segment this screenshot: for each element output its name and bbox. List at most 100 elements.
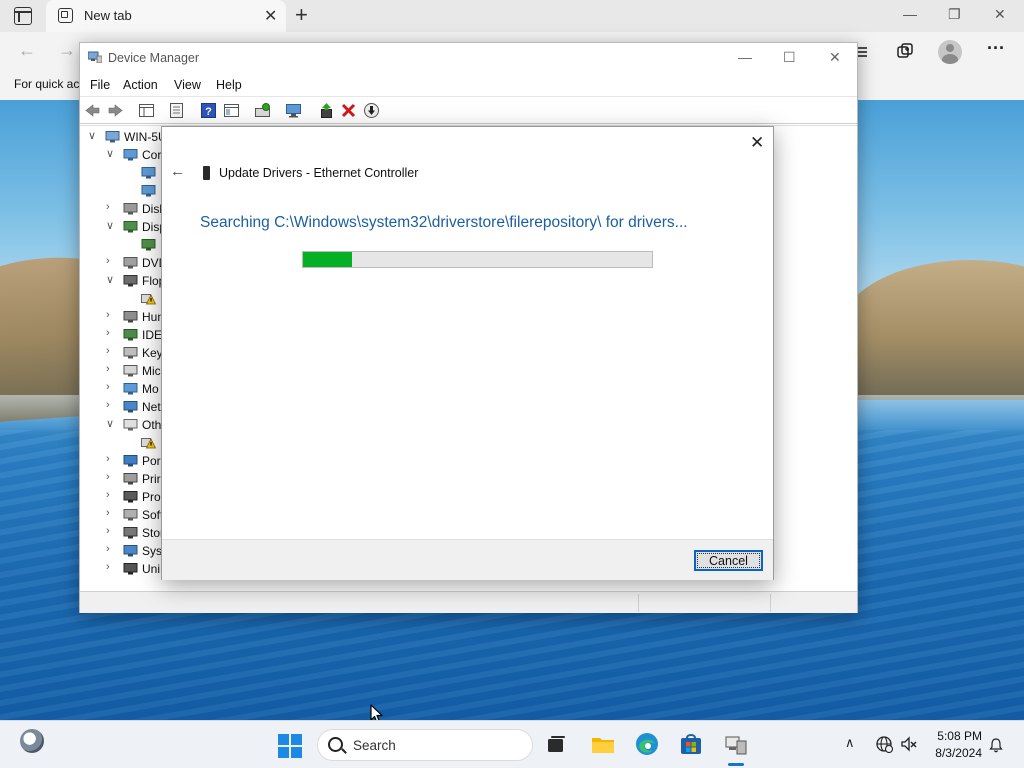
device-manager-close-button[interactable]: ✕ [829, 49, 841, 66]
device-manager-title: Device Manager [108, 51, 200, 65]
profile-avatar-icon[interactable] [938, 40, 962, 64]
widgets-weather-icon[interactable] [20, 729, 44, 753]
hid-icon [123, 311, 138, 323]
display-adapter-icon [141, 239, 156, 251]
ethernet-controller-icon [203, 166, 210, 180]
disk-icon [123, 203, 138, 215]
network-globe-icon[interactable] [875, 735, 893, 753]
dvd-drive-icon [123, 257, 138, 269]
device-manager-app-icon [88, 51, 102, 63]
tree-expand-chevron-icon[interactable]: › [106, 489, 118, 501]
port-icon [123, 455, 138, 467]
file-explorer-icon[interactable] [590, 731, 616, 757]
tree-expand-chevron-icon[interactable]: › [106, 327, 118, 339]
tree-expand-chevron-icon[interactable]: › [106, 561, 118, 573]
computer-icon [105, 131, 120, 143]
favorites-bar-hint: For quick ac [14, 77, 80, 91]
forward-arrow-icon[interactable]: → [58, 40, 76, 61]
tree-collapse-chevron-icon[interactable]: ∨ [106, 147, 118, 160]
tree-collapse-chevron-icon[interactable]: ∨ [106, 273, 118, 286]
tree-item-label: Oth [142, 418, 162, 432]
svg-text:?: ? [205, 106, 212, 118]
forward-icon[interactable] [107, 102, 124, 119]
monitor-icon [123, 383, 138, 395]
edge-browser-icon[interactable] [634, 731, 660, 757]
task-view-icon[interactable] [543, 731, 569, 757]
menu-view[interactable]: View [174, 78, 201, 92]
device-manager-titlebar[interactable]: Device Manager — ☐ ✕ [80, 43, 857, 73]
dialog-back-arrow-icon[interactable]: ← [170, 163, 185, 180]
device-manager-taskbar-icon[interactable] [723, 731, 749, 757]
device-manager-minimize-button[interactable]: — [738, 49, 752, 65]
cancel-button[interactable]: Cancel [694, 550, 763, 571]
tree-item-label: IDE [142, 328, 163, 342]
menu-action[interactable]: Action [123, 78, 158, 92]
taskbar: Search ∧ 5:08 PM 8/3/2024 [0, 720, 1024, 768]
warning-icon [141, 438, 156, 449]
tree-collapse-chevron-icon[interactable]: ∨ [106, 219, 118, 232]
printer-icon [123, 473, 138, 485]
uninstall-device-icon[interactable] [340, 102, 357, 119]
update-driver-icon[interactable] [318, 102, 335, 119]
tree-expand-chevron-icon[interactable]: › [106, 507, 118, 519]
more-options-icon[interactable]: ··· [987, 38, 1005, 59]
tab-title: New tab [84, 8, 132, 23]
help-icon[interactable]: ? [200, 102, 217, 119]
menu-file[interactable]: File [90, 78, 110, 92]
taskbar-search-box[interactable]: Search [317, 729, 533, 761]
menu-help[interactable]: Help [216, 78, 242, 92]
tree-expand-chevron-icon[interactable]: › [106, 201, 118, 213]
microsoft-store-icon[interactable] [678, 731, 704, 757]
floppy-icon [123, 275, 138, 287]
speaker-muted-icon[interactable] [900, 735, 918, 753]
tree-item-label: Prir [142, 472, 161, 486]
monitor-icon[interactable] [285, 102, 302, 119]
tree-expand-chevron-icon[interactable]: › [106, 525, 118, 537]
back-icon[interactable] [84, 102, 101, 119]
tree-expand-chevron-icon[interactable]: › [106, 471, 118, 483]
notification-bell-icon[interactable] [988, 737, 1004, 753]
system-icon [123, 545, 138, 557]
dialog-close-icon[interactable]: ✕ [750, 133, 764, 153]
tree-expand-chevron-icon[interactable]: › [106, 399, 118, 411]
browser-close-button[interactable]: ✕ [994, 6, 1006, 23]
tree-expand-chevron-icon[interactable]: › [106, 453, 118, 465]
tree-expand-chevron-icon[interactable]: › [106, 309, 118, 321]
wallpaper-hill-right [840, 260, 1024, 400]
view-icon[interactable] [223, 102, 240, 119]
device-manager-maximize-button[interactable]: ☐ [783, 49, 796, 66]
tree-expand-chevron-icon[interactable]: › [106, 255, 118, 267]
start-button-icon[interactable] [278, 734, 302, 758]
collections-icon[interactable] [895, 42, 915, 62]
menu-bar: File Action View Help [80, 75, 857, 95]
tree-collapse-chevron-icon[interactable]: ∨ [106, 417, 118, 430]
tab-actions-icon[interactable] [14, 7, 32, 25]
tree-item-label: Key [142, 346, 163, 360]
dialog-title: Update Drivers - Ethernet Controller [219, 166, 419, 180]
monitor-icon [141, 167, 156, 179]
scan-for-hardware-icon[interactable] [254, 102, 271, 119]
device-manager-toolbar: ? [80, 96, 857, 124]
tree-expand-chevron-icon[interactable]: › [106, 345, 118, 357]
tree-item-label: Por [142, 454, 161, 468]
tree-expand-chevron-icon[interactable]: › [106, 381, 118, 393]
tree-expand-chevron-icon[interactable]: › [106, 363, 118, 375]
properties-icon[interactable] [168, 102, 185, 119]
disable-device-icon[interactable] [363, 102, 380, 119]
show-hidden-icons-chevron[interactable]: ∧ [845, 735, 855, 751]
clock-time[interactable]: 5:08 PM [934, 729, 982, 743]
tree-item-label: Cor [142, 148, 162, 162]
tree-expand-chevron-icon[interactable]: › [106, 543, 118, 555]
new-tab-button[interactable]: + [295, 2, 308, 28]
clock-date[interactable]: 8/3/2024 [930, 746, 982, 760]
browser-minimize-button[interactable]: — [903, 6, 917, 22]
browser-restore-button[interactable]: ❐ [948, 6, 961, 23]
tab-close-icon[interactable]: ✕ [264, 6, 277, 26]
show-hide-console-tree-icon[interactable] [138, 102, 155, 119]
tree-collapse-chevron-icon[interactable]: ∨ [88, 129, 100, 142]
back-arrow-icon[interactable]: ← [18, 40, 36, 61]
tab-new-tab[interactable]: New tab ✕ [46, 0, 286, 32]
tree-item-label: Pro [142, 490, 161, 504]
tree-item-label: Uni [142, 562, 161, 576]
processor-icon [123, 491, 138, 503]
